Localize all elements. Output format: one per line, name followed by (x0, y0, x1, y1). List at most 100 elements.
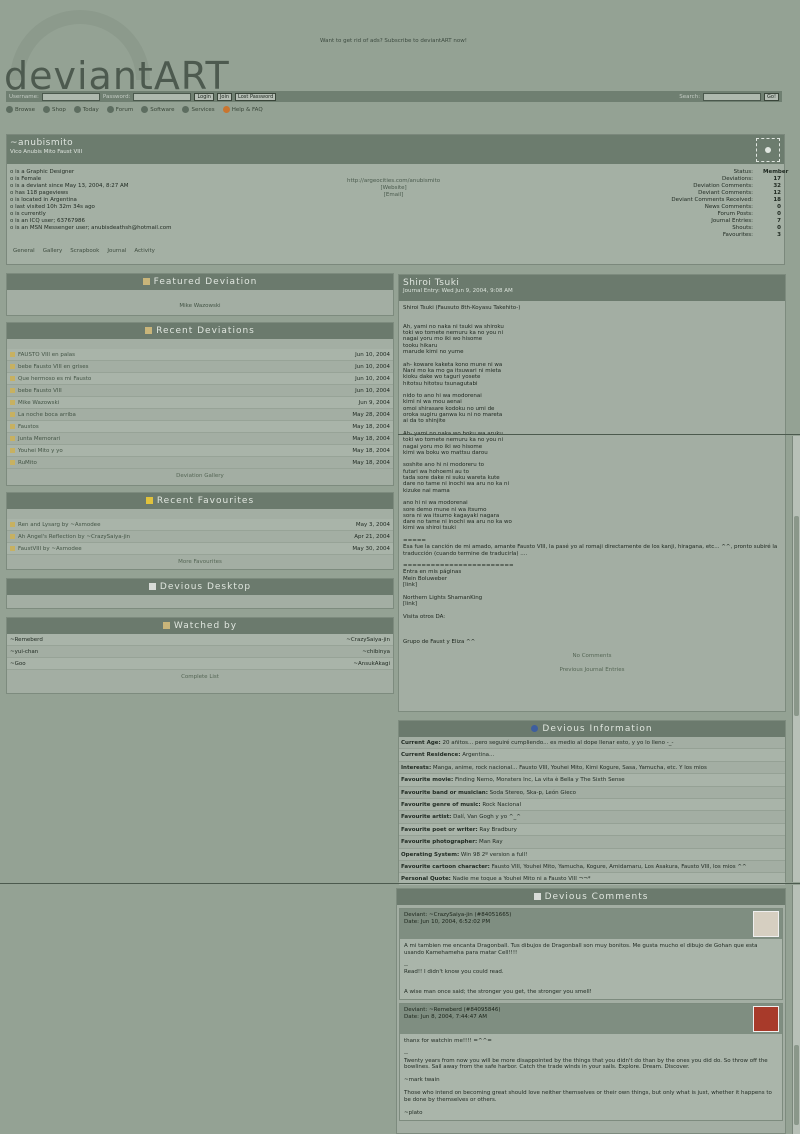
comment-body: A mi tambien me encanta Dragonball. Tus … (404, 943, 758, 995)
favourite-title[interactable]: FaustVIII by ~Asmodee (10, 543, 82, 554)
list-item[interactable]: Youhei Mito y yo May 18, 2004 (7, 445, 393, 457)
info-icon (531, 725, 539, 732)
previous-entries-link[interactable]: Previous Journal Entries (399, 663, 785, 677)
list-item[interactable]: Faustos May 18, 2004 (7, 421, 393, 433)
username-input[interactable] (41, 92, 100, 101)
search-go-button[interactable]: Go! (764, 92, 779, 101)
scroll-thumb[interactable] (794, 1045, 799, 1125)
scrollbar[interactable] (792, 436, 800, 882)
list-item[interactable]: bebe Fausto VIII en grises Jun 10, 2004 (7, 361, 393, 373)
list-item[interactable]: bebe Fausto VIII Jun 10, 2004 (7, 385, 393, 397)
watcher-name[interactable]: ~AnsukAkagi (353, 658, 390, 669)
list-item[interactable]: FAUSTO VIII en palas Jun 10, 2004 (7, 349, 393, 361)
nav-shop[interactable]: Shop (43, 106, 66, 113)
info-row: Favourite movie: Finding Nemo, Monsters … (399, 774, 785, 787)
favourite-title[interactable]: Ren and Lysarg by ~Asmodee (10, 519, 100, 530)
list-item[interactable]: Mike Wazowski Jun 9, 2004 (7, 397, 393, 409)
no-comments-link[interactable]: No Comments (399, 649, 785, 663)
scroll-thumb[interactable] (794, 516, 799, 716)
info-row: Favourite poet or writer: Ray Bradbury (399, 823, 785, 837)
info-value: Soda Stereo, Ska-p, León Gieco (489, 789, 576, 796)
email-link[interactable]: [Email] (347, 192, 440, 199)
nav-help[interactable]: Help & FAQ (222, 106, 263, 113)
tab-gallery[interactable]: Gallery (43, 248, 63, 254)
search-input[interactable] (703, 92, 762, 101)
info-value: Dalí, Van Gogh y yo ^_^ (453, 814, 521, 821)
stat-row: Status: Member (671, 169, 789, 176)
favourite-title[interactable]: Ah Angel's Reflection by ~CrazySaiya-jin (10, 531, 130, 542)
join-button[interactable]: Join (216, 92, 233, 101)
avatar[interactable] (753, 1006, 779, 1032)
nav-forum[interactable]: Forum (106, 106, 133, 113)
profile-username[interactable]: ~anubismito (10, 138, 73, 148)
stat-row: Deviation Comments: 32 (671, 183, 781, 190)
fact-item: is an MSN Messenger user; anubisdeathsh@… (10, 225, 171, 232)
avatar[interactable] (756, 138, 780, 162)
list-item[interactable]: Que hermoso es mi Fausto Jun 10, 2004 (7, 373, 393, 385)
password-label: Password: (102, 93, 131, 100)
website-url[interactable]: http://argeocities.com/anubismito (347, 178, 440, 185)
journal-title[interactable]: Shiroi Tsuki (403, 278, 781, 288)
list-item[interactable]: RuMito May 18, 2004 (7, 457, 393, 469)
tab-activity[interactable]: Activity (134, 248, 155, 254)
watcher-name[interactable]: ~Remeberd (10, 634, 43, 645)
stat-row: Forum Posts: 0 (671, 211, 781, 218)
nav-browse[interactable]: Browse (6, 106, 35, 113)
deviation-title[interactable]: Youhei Mito y yo (10, 445, 63, 456)
gallery-link[interactable]: Deviation Gallery (7, 469, 393, 483)
deviation-title[interactable]: Que hermoso es mi Fausto (10, 373, 91, 384)
nav-today[interactable]: Today (73, 106, 99, 113)
deviation-title[interactable]: bebe Fausto VIII (10, 385, 62, 396)
info-box: Devious Information Current Age: 20 añit… (398, 720, 786, 886)
list-item: ~Goo ~AnsukAkagi (7, 658, 393, 670)
website-link[interactable]: [Website] (347, 185, 440, 192)
list-item[interactable]: Ah Angel's Reflection by ~CrazySaiya-jin… (7, 531, 393, 543)
watcher-name[interactable]: ~CrazySaiya-jin (346, 634, 390, 645)
info-row: Favourite band or musician: Soda Stereo,… (399, 787, 785, 799)
info-value: Win 98 2º version a full! (460, 851, 528, 858)
list-item[interactable]: La noche boca arriba May 28, 2004 (7, 409, 393, 421)
watchers-list: ~Remeberd ~CrazySaiya-jin ~yui-chan ~chibin… (7, 634, 393, 670)
lost-password-button[interactable]: Lost Password (235, 92, 277, 101)
deviation-title[interactable]: bebe Fausto VIII en grises (10, 361, 89, 372)
deviation-title[interactable]: FAUSTO VIII en palas (10, 349, 75, 360)
stat-value: 3 (777, 232, 781, 238)
more-favourites-link[interactable]: More Favourites (7, 555, 393, 569)
watcher-name[interactable]: ~chibinya (362, 646, 390, 657)
info-label: Current Age: (401, 740, 441, 746)
stat-value: Member (763, 169, 789, 175)
stat-row: Deviant Comments Received: 18 (671, 197, 781, 204)
list-item[interactable]: FaustVIII by ~Asmodee May 30, 2004 (7, 543, 393, 555)
watcher-name[interactable]: ~yui-chan (10, 646, 38, 657)
scrollbar[interactable] (792, 885, 800, 1134)
list-item: ~yui-chan ~chibinya (7, 646, 393, 658)
info-label: Favourite poet or writer: (401, 826, 478, 833)
info-label: Current Residence: (401, 752, 461, 759)
deviation-title[interactable]: Mike Wazowski (10, 397, 59, 408)
password-input[interactable] (133, 92, 192, 101)
info-label: Favourite cartoon character: (401, 863, 490, 870)
stat-value: 0 (777, 225, 781, 231)
site-logo[interactable]: deviantART (4, 57, 230, 95)
watcher-name[interactable]: ~Goo (10, 658, 26, 669)
complete-list-link[interactable]: Complete List (7, 670, 393, 684)
deviation-title[interactable]: Faustos (10, 421, 39, 432)
stat-label: Forum Posts: (717, 211, 753, 217)
avatar[interactable] (753, 911, 779, 937)
nav-software[interactable]: Software (141, 106, 174, 113)
tab-journal[interactable]: Journal (107, 248, 126, 254)
stat-value: 18 (773, 197, 781, 203)
deviation-title[interactable]: Junta Memorari (10, 433, 60, 444)
deviation-title[interactable]: La noche boca arriba (10, 409, 76, 420)
list-item[interactable]: Junta Memorari May 18, 2004 (7, 433, 393, 445)
deviation-title[interactable]: RuMito (10, 457, 37, 468)
info-value: Finding Nemo, Monsters Inc, La vita è Be… (454, 777, 625, 784)
nav-services[interactable]: Services (182, 106, 215, 113)
featured-item[interactable]: Mike Wazowski (7, 290, 393, 309)
ads-link[interactable]: Want to get rid of ads? Subscribe to dev… (320, 38, 467, 44)
profile-facts: is a Graphic Designer is Female is a dev… (10, 169, 171, 232)
list-item[interactable]: Ren and Lysarg by ~Asmodee May 3, 2004 (7, 519, 393, 531)
tab-scrapbook[interactable]: Scrapbook (70, 248, 99, 254)
tab-general[interactable]: General (13, 248, 35, 254)
login-button[interactable]: Login (194, 92, 214, 101)
